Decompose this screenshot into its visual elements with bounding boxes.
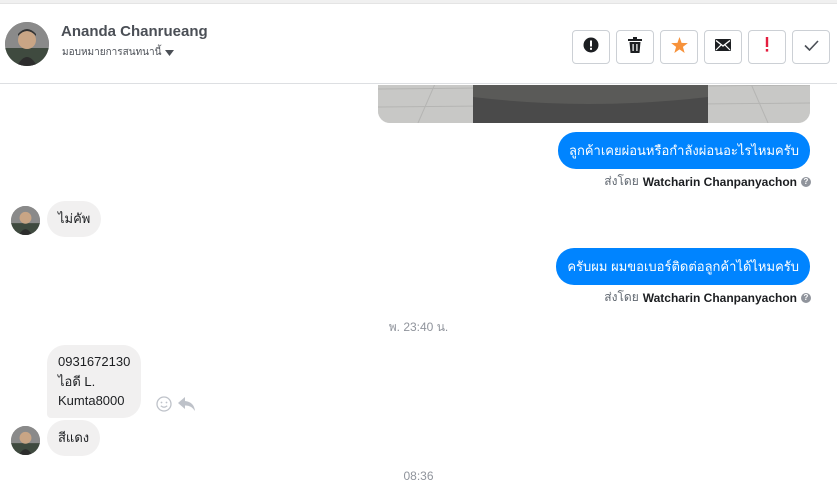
incoming-message[interactable]: 0931672130 ไอดี L. Kumta8000 [47,345,142,418]
caret-down-icon [165,48,175,58]
incoming-message[interactable]: สีแดง [47,420,101,456]
conversation-header: Ananda Chanrueang มอบหมายการสนทนานี้ [0,4,837,84]
sent-by-prefix: ส่งโดย [604,290,639,304]
sent-by-prefix: ส่งโดย [604,174,639,188]
avatar[interactable] [5,22,49,66]
message-thread[interactable]: ลูกค้าเคยผ่อนหรือกำลังผ่อนอะไรไหมครับ ส่… [0,85,837,504]
outgoing-message[interactable]: ครับผม ผมขอเบอร์ติดต่อลูกค้าได้ไหมครับ [556,248,810,285]
shared-photo[interactable] [378,85,810,123]
header-actions [572,30,830,64]
message-line: Kumta8000 [58,393,125,408]
emoji-react-icon[interactable] [156,396,172,417]
message-line: ไอดี L. [58,373,96,389]
help-icon[interactable]: ? [801,176,811,187]
checkmark-icon [803,38,819,56]
help-icon[interactable]: ? [801,292,811,303]
sent-by-line: ส่งโดย Watcharin Chanpanyachon ? [604,172,811,191]
message-tools [156,396,195,417]
assign-conversation-dropdown[interactable]: มอบหมายการสนทนานี้ [62,45,175,60]
exclamation-icon [765,37,769,57]
contact-name[interactable]: Ananda Chanrueang [61,23,208,40]
report-icon [583,37,599,58]
sent-by-agent[interactable]: Watcharin Chanpanyachon [643,175,797,189]
sent-by-agent[interactable]: Watcharin Chanpanyachon [643,291,797,305]
avatar[interactable] [11,426,40,455]
message-line: 0931672130 [58,354,131,369]
follow-up-button[interactable] [748,30,786,64]
incoming-message[interactable]: ไม่คัพ [47,201,102,237]
mark-done-button[interactable] [792,30,830,64]
sent-by-line: ส่งโดย Watcharin Chanpanyachon ? [604,288,811,307]
timestamp: พ. 23:40 น. [388,320,449,334]
star-button[interactable] [660,30,698,64]
star-icon [670,36,688,58]
trash-icon [628,36,642,58]
assign-label: มอบหมายการสนทนานี้ [62,47,162,58]
delete-button[interactable] [616,30,654,64]
timestamp: 08:36 [403,469,434,483]
report-button[interactable] [572,30,610,64]
reply-icon[interactable] [178,397,195,416]
outgoing-message[interactable]: ลูกค้าเคยผ่อนหรือกำลังผ่อนอะไรไหมครับ [558,132,810,169]
avatar[interactable] [11,206,40,235]
mark-unread-button[interactable] [704,30,742,64]
mail-icon [715,38,731,56]
